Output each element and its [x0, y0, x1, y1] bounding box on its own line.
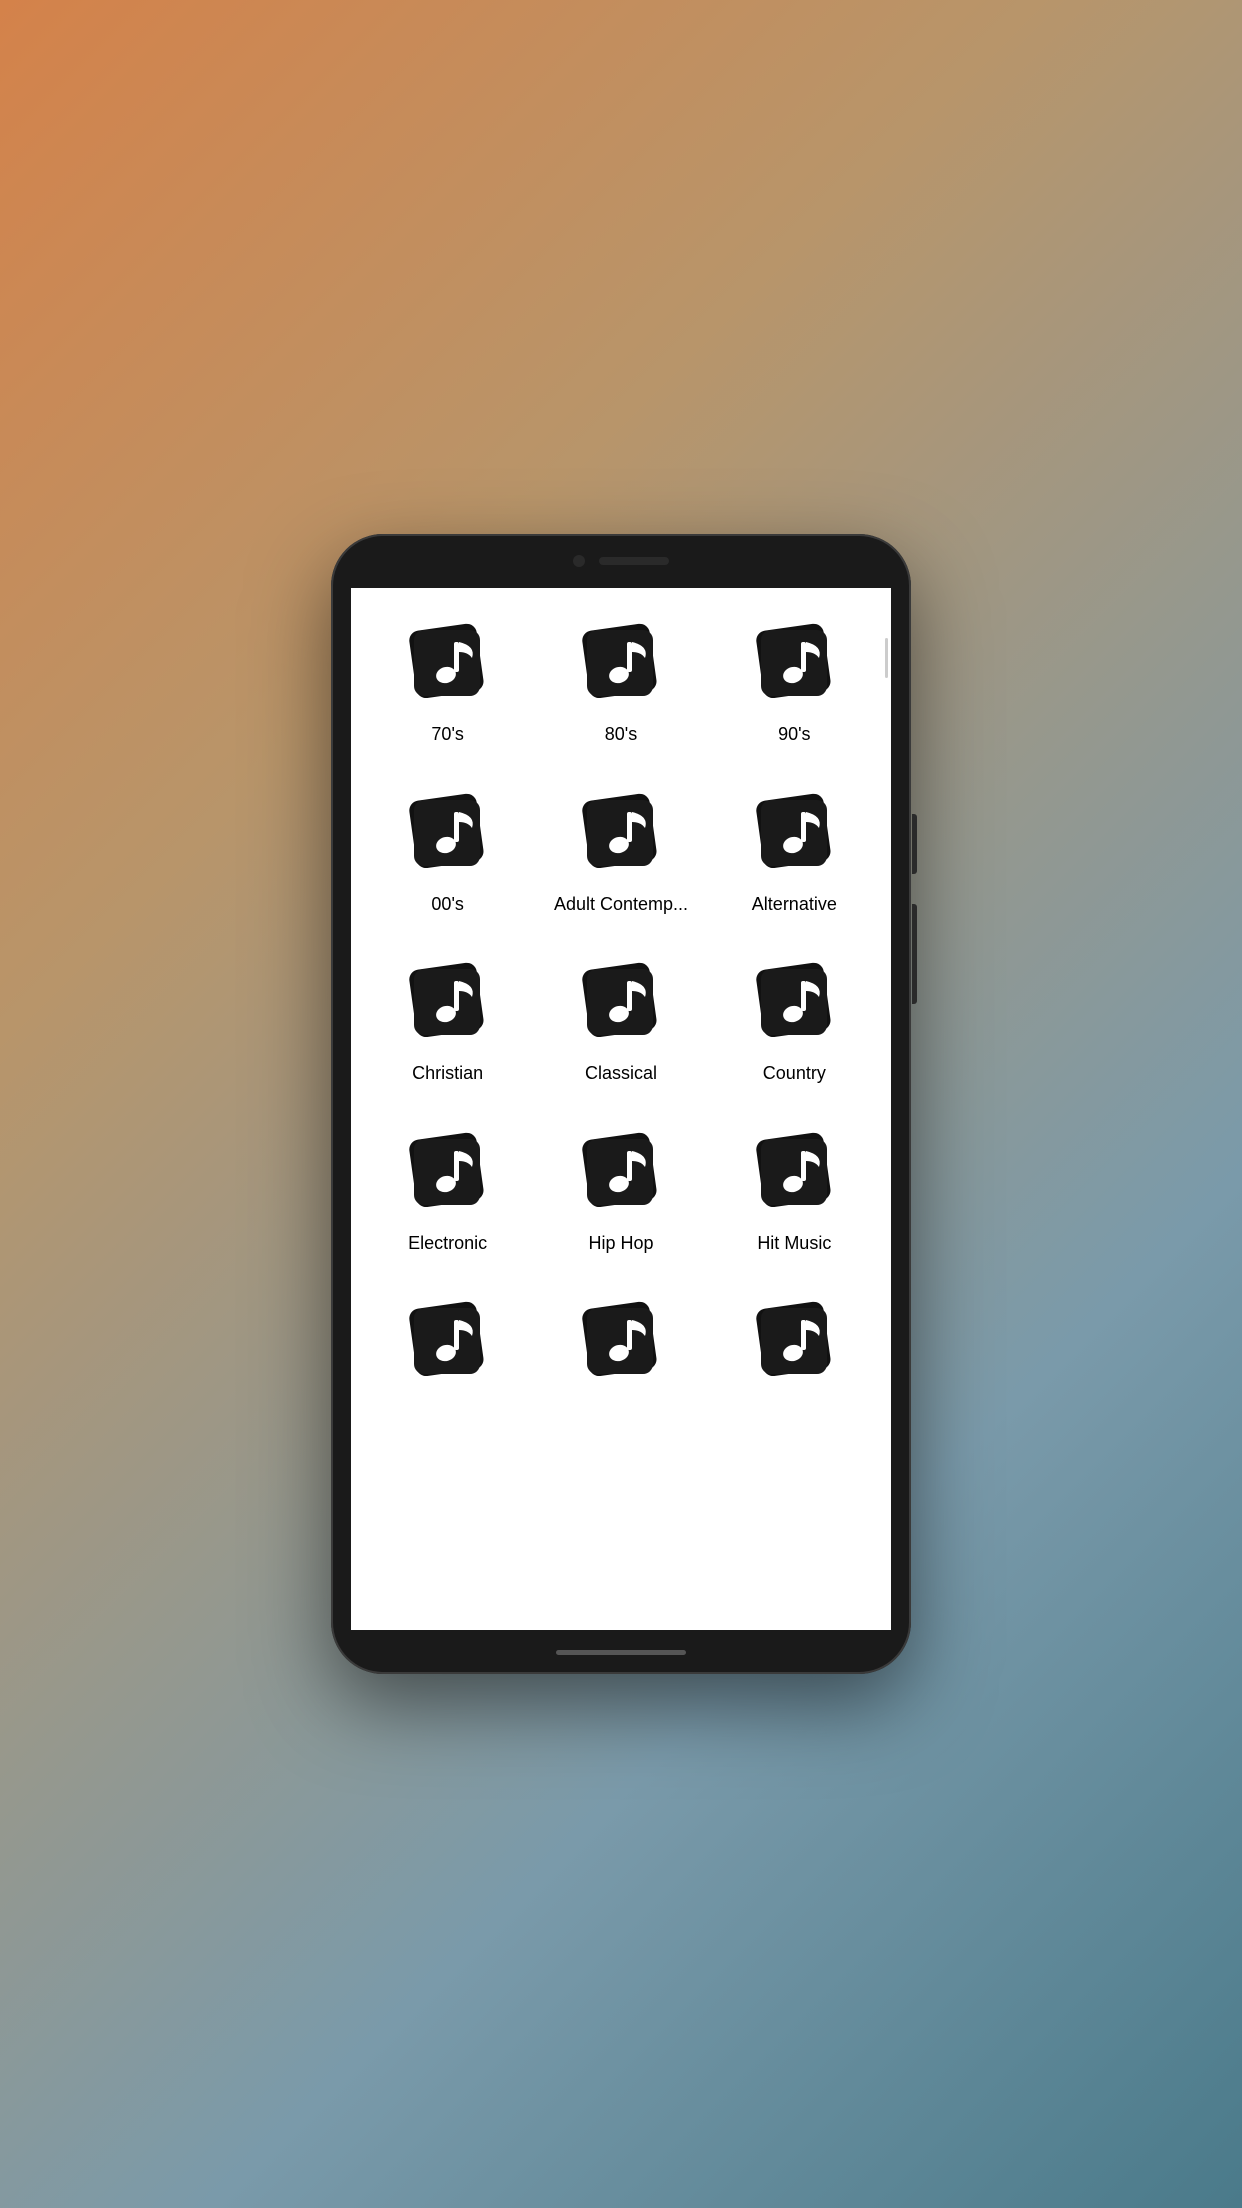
genre-item-hit-music[interactable]: Hit Music — [708, 1109, 881, 1279]
genre-item-jazz[interactable] — [361, 1278, 534, 1426]
scrollbar — [885, 638, 888, 678]
music-icon-country — [747, 959, 842, 1049]
genre-label-adult-contemporary: Adult Contemp... — [554, 894, 688, 916]
camera-icon — [573, 555, 585, 567]
genre-item-country[interactable]: Country — [708, 939, 881, 1109]
genre-label-electronic: Electronic — [408, 1233, 487, 1255]
genre-item-00s[interactable]: 00's — [361, 770, 534, 940]
music-icon-00s — [400, 790, 495, 880]
genre-item-classical[interactable]: Classical — [534, 939, 707, 1109]
genre-item-alternative[interactable]: Alternative — [708, 770, 881, 940]
genre-label-classical: Classical — [585, 1063, 657, 1085]
music-icon-80s — [573, 620, 668, 710]
phone-top-bar — [331, 534, 911, 588]
screen-content: 70's 80's — [351, 588, 891, 1630]
side-button-power — [912, 904, 917, 1004]
music-icon-70s — [400, 620, 495, 710]
speaker-bar — [599, 557, 669, 565]
genre-item-90s[interactable]: 90's — [708, 600, 881, 770]
music-icon-hip-hop — [573, 1129, 668, 1219]
music-icon-electronic — [400, 1129, 495, 1219]
genre-label-country: Country — [763, 1063, 826, 1085]
genre-item-70s[interactable]: 70's — [361, 600, 534, 770]
music-icon-latin — [573, 1298, 668, 1388]
phone-bottom-bar — [331, 1630, 911, 1674]
genre-item-christian[interactable]: Christian — [361, 939, 534, 1109]
phone-screen: 70's 80's — [351, 588, 891, 1630]
music-icon-alternative — [747, 790, 842, 880]
genre-label-80s: 80's — [605, 724, 637, 746]
music-icon-christian — [400, 959, 495, 1049]
music-icon-hit-music — [747, 1129, 842, 1219]
music-icon-adult-contemporary — [573, 790, 668, 880]
genre-item-80s[interactable]: 80's — [534, 600, 707, 770]
genre-label-70s: 70's — [431, 724, 463, 746]
genre-item-electronic[interactable]: Electronic — [361, 1109, 534, 1279]
music-icon-90s — [747, 620, 842, 710]
genre-label-00s: 00's — [431, 894, 463, 916]
genre-label-christian: Christian — [412, 1063, 483, 1085]
genre-label-90s: 90's — [778, 724, 810, 746]
music-icon-pop — [747, 1298, 842, 1388]
phone-device: 70's 80's — [331, 534, 911, 1674]
genre-item-adult-contemporary[interactable]: Adult Contemp... — [534, 770, 707, 940]
genre-label-hip-hop: Hip Hop — [588, 1233, 653, 1255]
music-icon-jazz — [400, 1298, 495, 1388]
genre-item-pop[interactable] — [708, 1278, 881, 1426]
side-button-volume — [912, 814, 917, 874]
genre-grid: 70's 80's — [351, 600, 891, 1426]
genre-label-alternative: Alternative — [752, 894, 837, 916]
genre-item-hip-hop[interactable]: Hip Hop — [534, 1109, 707, 1279]
home-indicator — [556, 1650, 686, 1655]
genre-label-hit-music: Hit Music — [757, 1233, 831, 1255]
genre-item-latin[interactable] — [534, 1278, 707, 1426]
music-icon-classical — [573, 959, 668, 1049]
